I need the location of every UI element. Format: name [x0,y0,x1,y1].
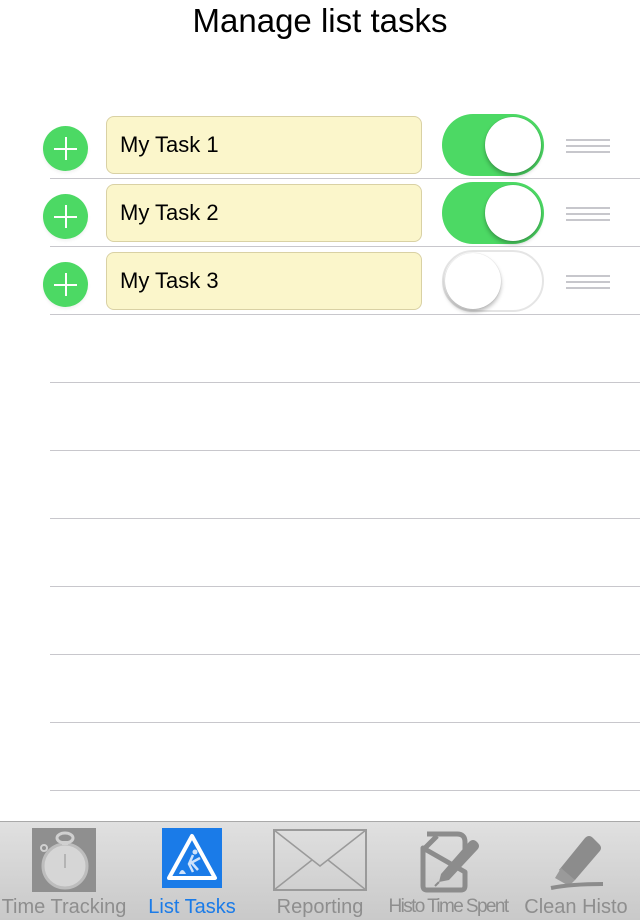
empty-row [0,383,640,451]
tab-label: Histo Time Spent [388,896,509,917]
task-row [0,111,640,179]
reorder-handle-icon[interactable] [566,207,610,221]
tab-histo-time-spent[interactable]: Histo Time Spent [384,822,512,920]
empty-row [0,723,640,791]
task-name-input[interactable] [106,252,422,310]
empty-row [0,315,640,383]
eraser-icon [550,836,604,890]
toggle-knob [485,185,541,241]
empty-row [0,519,640,587]
tab-bar: Time Tracking List Tasks Reporting Histo… [0,821,640,920]
envelope-icon [273,829,367,891]
stopwatch-icon [32,828,96,892]
task-name-input[interactable] [106,184,422,242]
add-task-button[interactable] [43,194,88,239]
document-pencil-icon [420,831,479,893]
tab-label: Reporting [276,896,364,918]
tab-label: Time Tracking [1,896,127,918]
empty-row [0,655,640,723]
reorder-handle-icon[interactable] [566,275,610,289]
reorder-handle-icon[interactable] [566,139,610,153]
tab-list-tasks[interactable]: List Tasks [128,822,256,920]
toggle-knob [445,253,501,309]
tab-time-tracking[interactable]: Time Tracking [0,822,128,920]
add-task-button[interactable] [43,126,88,171]
add-task-button[interactable] [43,262,88,307]
page-title: Manage list tasks [192,2,448,39]
task-name-input[interactable] [106,116,422,174]
task-enabled-toggle[interactable] [442,114,544,176]
road-work-sign-icon [162,828,222,888]
task-list [0,111,640,791]
tab-label: List Tasks [148,896,236,918]
toggle-knob [485,117,541,173]
tab-reporting[interactable]: Reporting [256,822,384,920]
task-enabled-toggle[interactable] [442,250,544,312]
task-row [0,179,640,247]
task-enabled-toggle[interactable] [442,182,544,244]
task-row [0,247,640,315]
empty-row [0,451,640,519]
empty-row [0,587,640,655]
tab-clean-histo[interactable]: Clean Histo [512,822,640,920]
tab-label: Clean Histo [524,896,628,918]
